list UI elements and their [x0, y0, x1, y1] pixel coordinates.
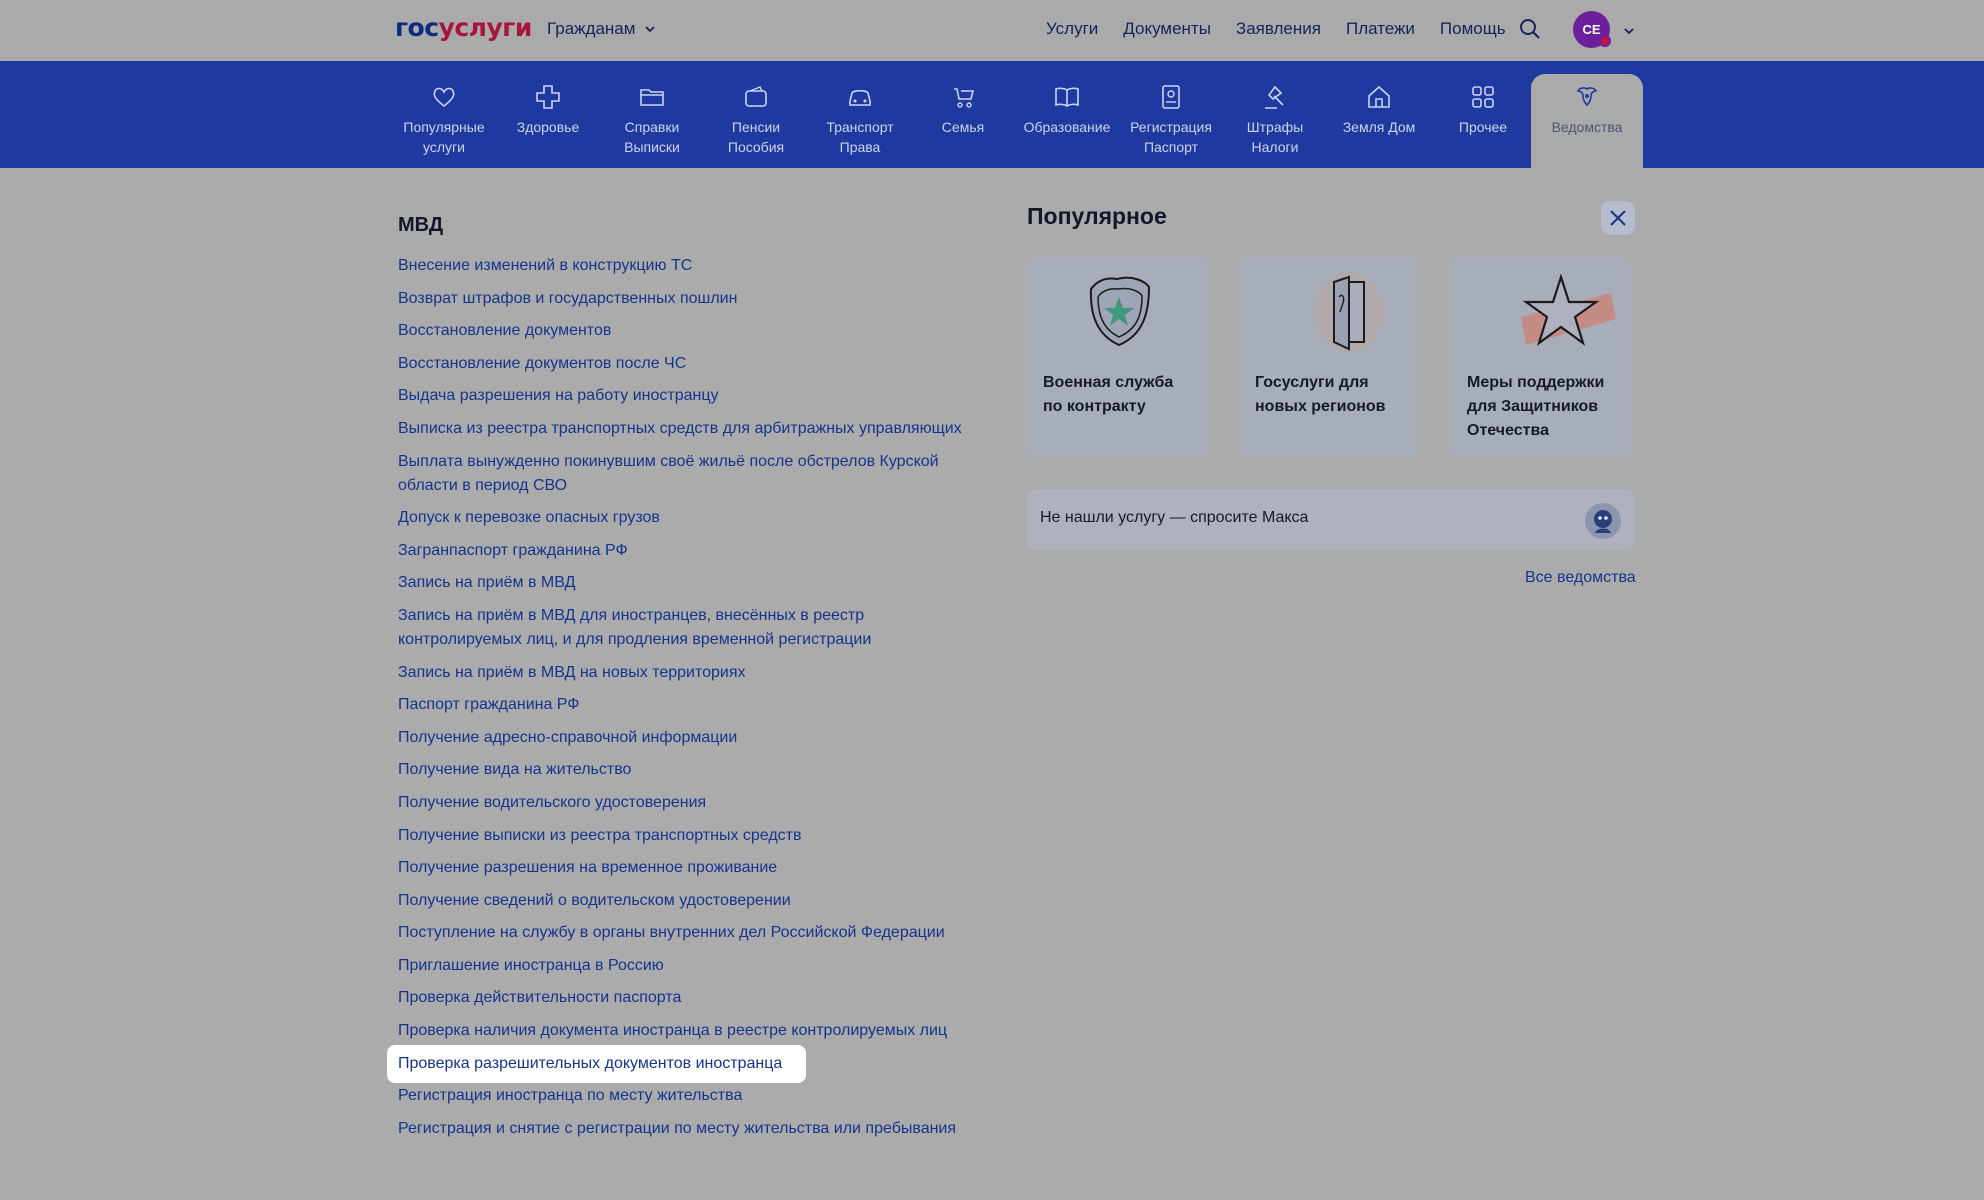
list-item[interactable]: Регистрация и снятие с регистрации по ме… — [398, 1117, 978, 1141]
tab-land[interactable]: Земля Дом — [1329, 61, 1429, 168]
tab-other[interactable]: Прочее — [1433, 61, 1533, 168]
list-item[interactable]: Приглашение иностранца в Россию — [398, 954, 978, 978]
list-item[interactable]: Проверка наличия документа иностранца в … — [398, 1019, 978, 1043]
list-item[interactable]: Внесение изменений в конструкцию ТС — [398, 254, 978, 278]
card-text: Военная служба по контракту — [1043, 371, 1193, 419]
list-item[interactable]: Получение адресно-справочной информации — [398, 726, 978, 750]
ask-max-box[interactable]: Не нашли услугу — спросите Макса — [1027, 489, 1635, 550]
list-item[interactable]: Загранпаспорт гражданина РФ — [398, 539, 978, 563]
tab-fines[interactable]: ШтрафыНалоги — [1225, 61, 1325, 168]
shield-star-icon — [1027, 257, 1207, 367]
list-item[interactable]: Получение водительского удостоверения — [398, 791, 978, 815]
section-title: МВД — [398, 214, 443, 237]
list-item[interactable]: Получение вида на жительство — [398, 758, 978, 782]
list-item[interactable]: Выдача разрешения на работу иностранцу — [398, 384, 978, 408]
logo-part-2: услуги — [439, 13, 532, 42]
list-item[interactable]: Получение сведений о водительском удосто… — [398, 889, 978, 913]
list-item[interactable]: Получение разрешения на временное прожив… — [398, 856, 978, 880]
stroller-icon — [949, 83, 977, 111]
car-icon — [846, 83, 874, 111]
tab-health[interactable]: Здоровье — [498, 61, 598, 168]
card-text: Меры поддержки для Защитников Отечества — [1467, 371, 1617, 443]
wallet-icon — [742, 83, 770, 111]
list-item[interactable]: Запись на приём в МВД для иностранцев, в… — [398, 604, 978, 652]
folder-icon — [638, 83, 666, 111]
list-item[interactable]: Выписка из реестра транспортных средств … — [398, 417, 978, 441]
popular-title: Популярное — [1027, 203, 1167, 230]
notification-dot — [1599, 35, 1611, 47]
grid-icon — [1469, 83, 1497, 111]
house-icon — [1365, 83, 1393, 111]
top-header: госуслуги Гражданам Услуги Документы Зая… — [0, 0, 1984, 61]
close-button[interactable] — [1601, 201, 1635, 235]
popular-card-new-regions[interactable]: Госуслуги для новых регионов — [1239, 257, 1419, 457]
list-item-highlighted[interactable]: Проверка разрешительных документов иност… — [398, 1052, 978, 1076]
id-card-icon — [1157, 83, 1185, 111]
book-icon — [1053, 83, 1081, 111]
gosuslugi-logo[interactable]: госуслуги — [395, 13, 532, 42]
nav-documents[interactable]: Документы — [1123, 19, 1211, 39]
list-item[interactable]: Восстановление документов — [398, 319, 978, 343]
nav-help[interactable]: Помощь — [1440, 19, 1506, 39]
tab-education[interactable]: Образование — [1017, 61, 1117, 168]
list-item[interactable]: Проверка действительности паспорта — [398, 986, 978, 1010]
ask-text: Не нашли услугу — спросите Макса — [1040, 509, 1308, 527]
list-item[interactable]: Получение выписки из реестра транспортны… — [398, 824, 978, 848]
nav-payments[interactable]: Платежи — [1346, 19, 1415, 39]
gavel-icon — [1261, 83, 1289, 111]
citizens-label: Гражданам — [547, 19, 635, 39]
list-item[interactable]: Допуск к перевозке опасных грузов — [398, 506, 978, 530]
tab-certificates[interactable]: СправкиВыписки — [602, 61, 702, 168]
logo-part-1: гос — [395, 13, 439, 42]
category-bar: Популярныеуслуги Здоровье СправкиВыписки… — [0, 61, 1984, 168]
list-item[interactable]: Регистрация иностранца по месту жительст… — [398, 1084, 978, 1108]
tab-departments[interactable]: Ведомства — [1531, 74, 1643, 168]
list-item[interactable]: Запись на приём в МВД — [398, 571, 978, 595]
max-avatar-icon — [1585, 503, 1621, 539]
list-item[interactable]: Паспорт гражданина РФ — [398, 693, 978, 717]
nav-services[interactable]: Услуги — [1046, 19, 1098, 39]
tab-transport[interactable]: ТранспортПрава — [810, 61, 910, 168]
tab-popular[interactable]: Популярныеуслуги — [394, 61, 494, 168]
tab-registration[interactable]: РегистрацияПаспорт — [1121, 61, 1221, 168]
top-nav: Услуги Документы Заявления Платежи Помощ… — [1046, 19, 1506, 39]
list-item[interactable]: Восстановление документов после ЧС — [398, 352, 978, 376]
list-item[interactable]: Поступление на службу в органы внутренни… — [398, 921, 978, 945]
close-icon — [1609, 209, 1627, 227]
all-departments-link[interactable]: Все ведомства — [1525, 569, 1636, 587]
citizens-dropdown[interactable]: Гражданам — [547, 19, 657, 39]
nav-applications[interactable]: Заявления — [1236, 19, 1321, 39]
emblem-icon — [1573, 83, 1601, 111]
tab-family[interactable]: Семья — [913, 61, 1013, 168]
chevron-down-icon[interactable] — [1622, 24, 1636, 38]
card-text: Госуслуги для новых регионов — [1255, 371, 1405, 419]
service-list: Внесение изменений в конструкцию ТС Возв… — [398, 254, 978, 1149]
cross-icon — [534, 83, 562, 111]
star-icon — [1451, 257, 1631, 367]
door-icon — [1239, 257, 1419, 367]
list-item[interactable]: Запись на приём в МВД на новых территори… — [398, 661, 978, 685]
popular-card-defenders[interactable]: Меры поддержки для Защитников Отечества — [1451, 257, 1631, 457]
chevron-down-icon — [643, 22, 657, 36]
list-item[interactable]: Возврат штрафов и государственных пошлин — [398, 287, 978, 311]
list-item[interactable]: Выплата вынужденно покинувшим своё жильё… — [398, 450, 978, 498]
heart-icon — [430, 83, 458, 111]
popular-card-military[interactable]: Военная служба по контракту — [1027, 257, 1207, 457]
search-icon[interactable] — [1518, 17, 1542, 41]
tab-pensions[interactable]: ПенсииПособия — [706, 61, 806, 168]
